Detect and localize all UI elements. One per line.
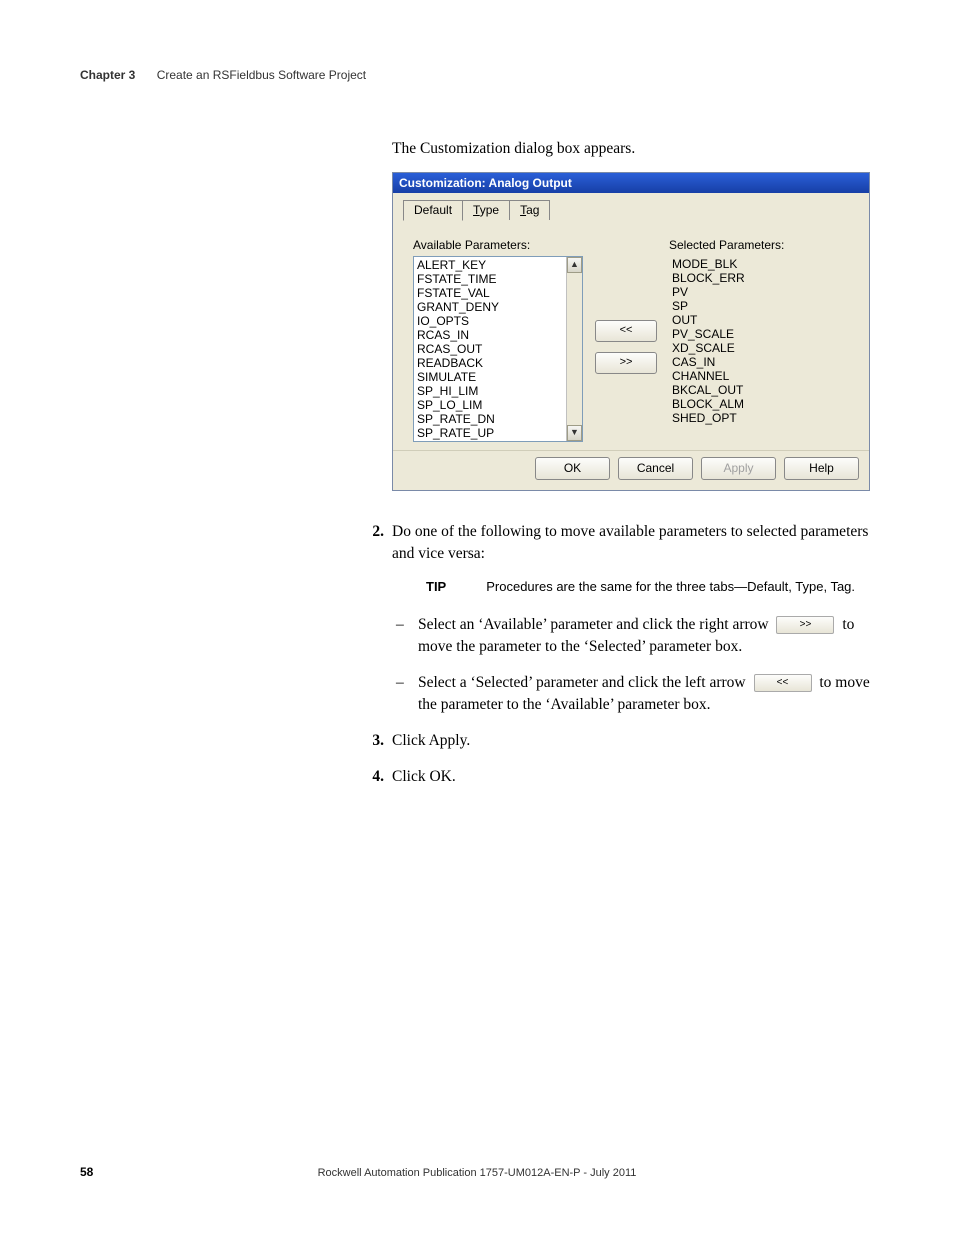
page-header: Chapter 3 Create an RSFieldbus Software … — [80, 68, 366, 82]
list-item[interactable]: BLOCK_ERR — [672, 271, 836, 285]
tip-text: Procedures are the same for the three ta… — [486, 579, 855, 594]
list-item[interactable]: BKCAL_OUT — [672, 383, 836, 397]
dialog-button-row: OK Cancel Apply Help — [393, 450, 869, 490]
scroll-down-icon[interactable]: ▼ — [567, 425, 582, 441]
dialog-title-bar: Customization: Analog Output — [393, 173, 869, 193]
cancel-button[interactable]: Cancel — [618, 457, 693, 480]
list-item[interactable]: XD_SCALE — [672, 341, 836, 355]
list-item[interactable]: IO_OPTS — [417, 314, 579, 328]
tip-label: TIP — [426, 579, 446, 594]
list-item[interactable]: CHANNEL — [672, 369, 836, 383]
tab-strip: DefaultTypeTag — [393, 193, 869, 220]
list-item[interactable]: RCAS_IN — [417, 328, 579, 342]
list-item[interactable]: CAS_IN — [672, 355, 836, 369]
tab-default[interactable]: Default — [403, 200, 463, 221]
selected-label: Selected Parameters: — [669, 238, 839, 252]
list-item[interactable]: PV — [672, 285, 836, 299]
move-right-button[interactable]: >> — [595, 352, 657, 374]
list-item[interactable]: GRANT_DENY — [417, 300, 579, 314]
chapter-title: Create an RSFieldbus Software Project — [157, 68, 366, 82]
right-arrow-icon: >> — [776, 616, 834, 634]
list-item[interactable]: SP_LO_LIM — [417, 398, 579, 412]
list-item[interactable]: SP_RATE_UP — [417, 426, 579, 440]
intro-text: The Customization dialog box appears. — [392, 140, 872, 158]
step-4: 4. Click OK. — [362, 766, 872, 788]
bullet-2: – Select a ‘Selected’ parameter and clic… — [396, 672, 872, 716]
chapter-label: Chapter 3 — [80, 68, 135, 82]
list-item[interactable]: RCAS_OUT — [417, 342, 579, 356]
scroll-up-icon[interactable]: ▲ — [567, 257, 582, 273]
list-item[interactable]: SHED_OPT — [672, 411, 836, 425]
list-item[interactable]: SP_RATE_DN — [417, 412, 579, 426]
list-item[interactable]: BLOCK_ALM — [672, 397, 836, 411]
footer-publication: Rockwell Automation Publication 1757-UM0… — [0, 1167, 954, 1179]
bullet-1: – Select an ‘Available’ parameter and cl… — [396, 614, 872, 658]
left-arrow-icon: << — [754, 674, 812, 692]
ok-button[interactable]: OK — [535, 457, 610, 480]
scrollbar[interactable]: ▲ ▼ — [566, 257, 582, 441]
list-item[interactable]: PV_SCALE — [672, 327, 836, 341]
list-item[interactable]: SP — [672, 299, 836, 313]
selected-listbox[interactable]: MODE_BLK BLOCK_ERR PV SP OUT PV_SCALE XD… — [669, 256, 839, 442]
step-3: 3. Click Apply. — [362, 730, 872, 752]
apply-button[interactable]: Apply — [701, 457, 776, 480]
move-left-button[interactable]: << — [595, 320, 657, 342]
tab-type[interactable]: Type — [462, 200, 510, 220]
list-item[interactable]: SIMULATE — [417, 370, 579, 384]
tip-row: TIP Procedures are the same for the thre… — [426, 579, 872, 594]
list-item[interactable]: ALERT_KEY — [417, 258, 579, 272]
step-2: 2. Do one of the following to move avail… — [362, 521, 872, 565]
list-item[interactable]: OUT — [672, 313, 836, 327]
available-listbox[interactable]: ALERT_KEY FSTATE_TIME FSTATE_VAL GRANT_D… — [413, 256, 583, 442]
list-item[interactable]: SP_HI_LIM — [417, 384, 579, 398]
list-item[interactable]: FSTATE_TIME — [417, 272, 579, 286]
available-label: Available Parameters: — [413, 238, 583, 252]
help-button[interactable]: Help — [784, 457, 859, 480]
list-item[interactable]: READBACK — [417, 356, 579, 370]
list-item[interactable]: MODE_BLK — [672, 257, 836, 271]
list-item[interactable]: FSTATE_VAL — [417, 286, 579, 300]
customization-dialog: Customization: Analog Output DefaultType… — [392, 172, 870, 491]
tab-tag[interactable]: Tag — [509, 200, 550, 220]
